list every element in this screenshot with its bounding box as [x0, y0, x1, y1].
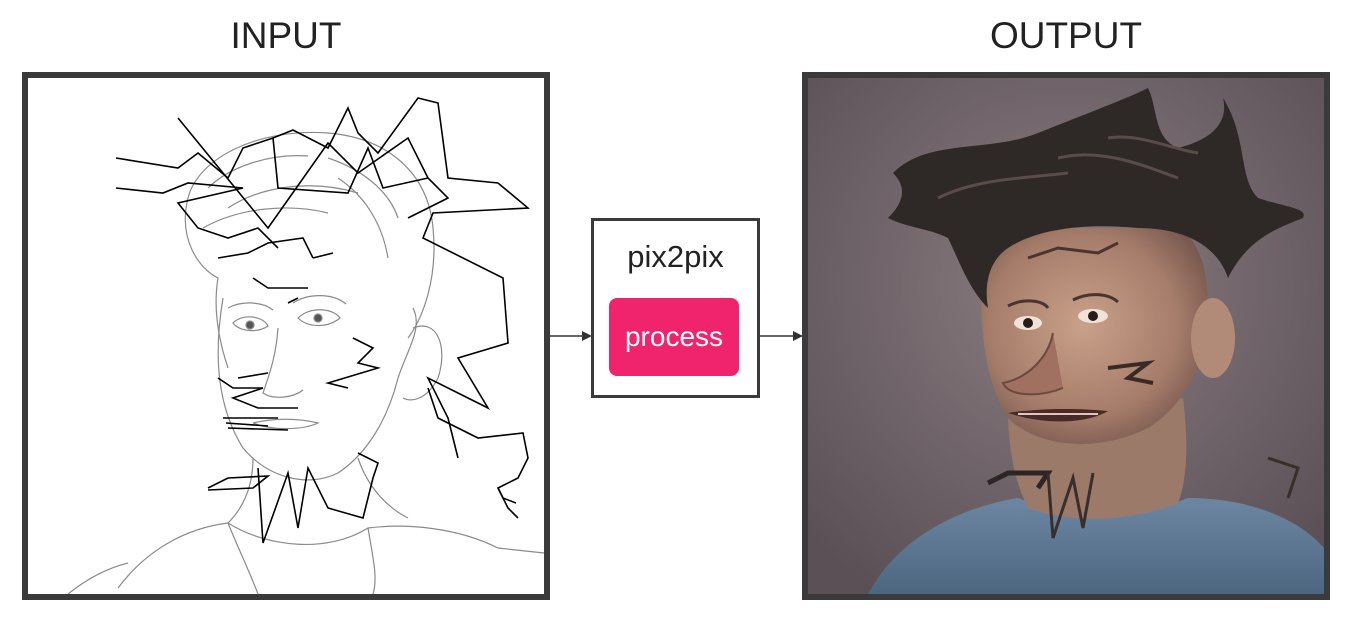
generated-portrait	[808, 78, 1324, 594]
input-title: INPUT	[230, 15, 342, 56]
model-panel: pix2pix process	[591, 218, 760, 398]
input-drawing-canvas[interactable]	[22, 72, 550, 600]
input-sketch	[67, 97, 544, 594]
model-name: pix2pix	[627, 239, 724, 274]
arrow-right-icon	[550, 331, 592, 341]
process-button[interactable]: process	[609, 298, 739, 376]
output-image	[802, 72, 1330, 600]
arrow-right-icon	[759, 331, 803, 341]
face-line-drawing	[67, 131, 544, 594]
output-title: OUTPUT	[989, 15, 1143, 56]
user-scribble-strokes	[115, 97, 531, 544]
